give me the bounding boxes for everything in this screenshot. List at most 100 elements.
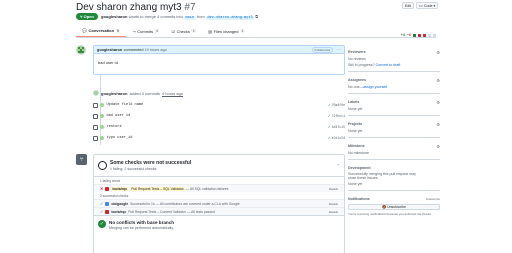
commit-sha[interactable]: 70a8f0e [332,103,345,107]
bell-slash-icon: 🔕 [381,205,387,209]
commit-message[interactable]: Update field name [107,103,144,107]
status-badge: ⑂ Open [76,13,98,20]
sidebar-milestone: Milestone ⚙ No milestone [348,138,440,160]
merge-status: ✓ No conflicts with base branch Merging … [94,215,344,234]
gear-icon[interactable]: ⚙ [436,78,440,83]
check-icon: ✓ [100,209,104,214]
role-badge: Collaborator [311,46,333,53]
commit-sha[interactable]: a7d1c34 [332,136,345,140]
avatar[interactable] [100,125,104,129]
details-link[interactable]: Details [329,202,338,206]
sidebar-assignees: Assignees ⚙ No one—assign yourself [348,72,440,94]
copy-icon[interactable]: ⧉ [255,14,258,19]
avatar[interactable] [100,103,104,107]
git-commit-icon [93,124,98,130]
pr-title: Dev sharon zhang myt3 #7 [76,2,196,13]
tab-files-changed[interactable]: ▤ Files changed 1 [202,27,251,37]
code-button[interactable]: <> Code ▾ [416,2,438,9]
git-merge-icon: ⑂ [76,154,87,165]
sidebar-projects: Projects ⚙ None yet [348,116,440,138]
diffstat-block [413,33,416,37]
diffstat: +4 −6 [401,33,436,37]
commit-row: bad user id ✓ 72fbcc1 [93,112,345,120]
commit-row: restore ✓ 4d37c15 [93,123,345,131]
edit-button[interactable]: Edit [402,2,414,9]
assign-yourself-link[interactable]: assign yourself [363,85,387,89]
check-row: ✓ cla/google Successful in 1s — All cont… [94,199,344,207]
kebab-menu-icon[interactable]: ··· [337,47,341,52]
chevron-up-icon[interactable]: ⌃ [337,163,340,168]
avatar[interactable] [93,90,99,96]
diffstat-block [418,33,421,37]
merge-box: Some checks were not successful 1 failin… [93,154,345,253]
check-circle-icon: ✓ [98,220,106,228]
google-logo-icon [105,201,110,206]
base-branch[interactable]: main [183,16,196,20]
sidebar-development: Development Successfully merging this pu… [348,160,440,191]
pr-author-link[interactable]: googlesharon [101,14,127,19]
gear-icon[interactable]: ⚙ [436,144,440,149]
sidebar-labels: Labels ⚙ None yet [348,94,440,116]
check-icon: ✓ [327,136,331,141]
unsubscribe-button[interactable]: 🔕 Unsubscribe [348,204,440,210]
comment-body: bad user id [98,60,118,65]
commits-event: googlesharon added 4 commits 4 hours ago [93,90,183,96]
code-icon: <> [418,3,423,8]
commit-message[interactable]: typo user_id [107,136,133,140]
pr-subtitle: googlesharon wants to merge 4 commits in… [101,14,259,20]
diffstat-block [423,33,426,37]
sidebar-notifications: Notifications Customize 🔕 Unsubscribe You… [348,197,440,216]
commit-message[interactable]: bad user id [107,114,131,118]
pull-request-icon: ⑂ [80,14,83,19]
gear-icon[interactable]: ⚙ [436,122,440,127]
sidebar: Reviewers ⚙ No reviews Still in progress?… [348,48,440,220]
check-row: ✓ tools/eqc Pull Request Tests – Content… [94,207,344,215]
app-logo-icon [105,209,110,214]
commit-row: Update field name ✓ 70a8f0e [93,101,345,109]
diffstat-block [433,33,436,37]
gear-icon[interactable]: ⚙ [436,100,440,105]
comment-icon: 💬 [82,28,87,33]
comment-time[interactable]: 19 hours ago [145,48,167,52]
event-time-link[interactable]: 4 hours ago [162,91,183,96]
check-icon: ✓ [100,201,104,206]
commit-sha[interactable]: 72fbcc1 [332,114,345,118]
app-logo-icon [105,186,110,191]
pr-title-text: Dev sharon zhang myt3 [76,2,182,13]
comment-header: googlesharon commented 19 hours ago Coll… [94,46,344,54]
details-link[interactable]: Details [329,210,338,214]
avatar[interactable] [76,45,86,55]
tab-conversation[interactable]: 💬 Conversation 0 [76,27,127,37]
x-icon: ✕ [100,186,104,191]
commit-row: typo user_id ✓ a7d1c34 [93,134,345,142]
tab-checks[interactable]: ☑ Checks 1 [165,27,202,37]
commit-icon: ⊸ [132,28,136,34]
customize-link[interactable]: Customize [426,197,440,201]
checks-summary[interactable]: Some checks were not successful 1 failin… [94,155,344,177]
details-link[interactable]: Details [329,187,338,191]
convert-to-draft-link[interactable]: Convert to draft [376,63,401,67]
commit-message[interactable]: restore [107,125,122,129]
sidebar-reviewers: Reviewers ⚙ No reviews Still in progress?… [348,48,440,72]
git-commit-icon [93,102,98,108]
commit-sha[interactable]: 4d37c15 [332,125,345,129]
chevron-down-icon: ▾ [433,3,436,8]
git-commit-icon [93,135,98,141]
pr-tabs: 💬 Conversation 0 ⊸ Commits 4 ☑ Checks 1 … [76,28,436,38]
gear-icon[interactable]: ⚙ [436,50,440,55]
check-icon: ✓ [327,125,331,130]
head-branch[interactable]: dev-sharon-zhang-myt3 [205,16,255,20]
pr-number: #7 [184,2,196,13]
status-circle-icon [98,161,107,170]
avatar[interactable] [100,114,104,118]
comment-card: googlesharon commented 19 hours ago Coll… [93,45,345,75]
avatar[interactable] [100,136,104,140]
check-icon: ✓ [327,114,331,119]
tab-commits[interactable]: ⊸ Commits 4 [126,27,165,37]
file-diff-icon: ▤ [208,28,213,34]
git-commit-icon [93,113,98,119]
check-row: ✕ tools/eqc Pull Request Tests – SQL Val… [94,184,344,192]
comment-author[interactable]: googlesharon [97,48,122,52]
checklist-icon: ☑ [171,28,176,34]
check-icon: ✓ [327,103,331,108]
